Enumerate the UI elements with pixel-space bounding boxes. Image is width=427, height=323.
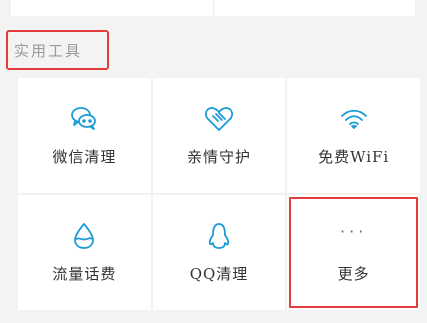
tool-more[interactable]: ··· 更多 — [287, 195, 420, 310]
section-title: 实用工具 — [6, 30, 109, 70]
water-drop-icon — [69, 221, 99, 251]
tool-label: 免费WiFi — [318, 148, 390, 166]
top-card-right[interactable] — [212, 0, 416, 16]
heart-hands-icon — [204, 104, 234, 134]
wechat-icon — [69, 104, 99, 134]
more-dots-icon: ··· — [340, 222, 368, 241]
tool-free-wifi[interactable]: 免费WiFi — [287, 78, 420, 193]
tool-label: 微信清理 — [52, 148, 117, 166]
tool-label: 流量话费 — [52, 265, 117, 283]
top-card-left[interactable] — [11, 0, 213, 16]
tool-label: 更多 — [337, 265, 370, 283]
tool-qq-clean[interactable]: QQ清理 — [152, 195, 286, 310]
top-card — [11, 0, 415, 16]
tools-grid: 微信清理 亲情守护 免费WiFi 流量话费 QQ清理 ··· 更多 — [18, 78, 420, 310]
tool-label: QQ清理 — [189, 265, 249, 283]
section-title-text: 实用工具 — [14, 41, 83, 60]
tool-wechat-clean[interactable]: 微信清理 — [18, 78, 151, 193]
tools-screen: 实用工具 微信清理 亲情守护 免费WiFi 流量话费 QQ清理 ··· 更多 — [0, 0, 427, 323]
tool-data-balance[interactable]: 流量话费 — [18, 195, 151, 310]
tool-label: 亲情守护 — [186, 148, 251, 166]
wifi-icon — [339, 104, 369, 134]
qq-penguin-icon — [204, 221, 234, 251]
tool-family-guard[interactable]: 亲情守护 — [152, 78, 286, 193]
